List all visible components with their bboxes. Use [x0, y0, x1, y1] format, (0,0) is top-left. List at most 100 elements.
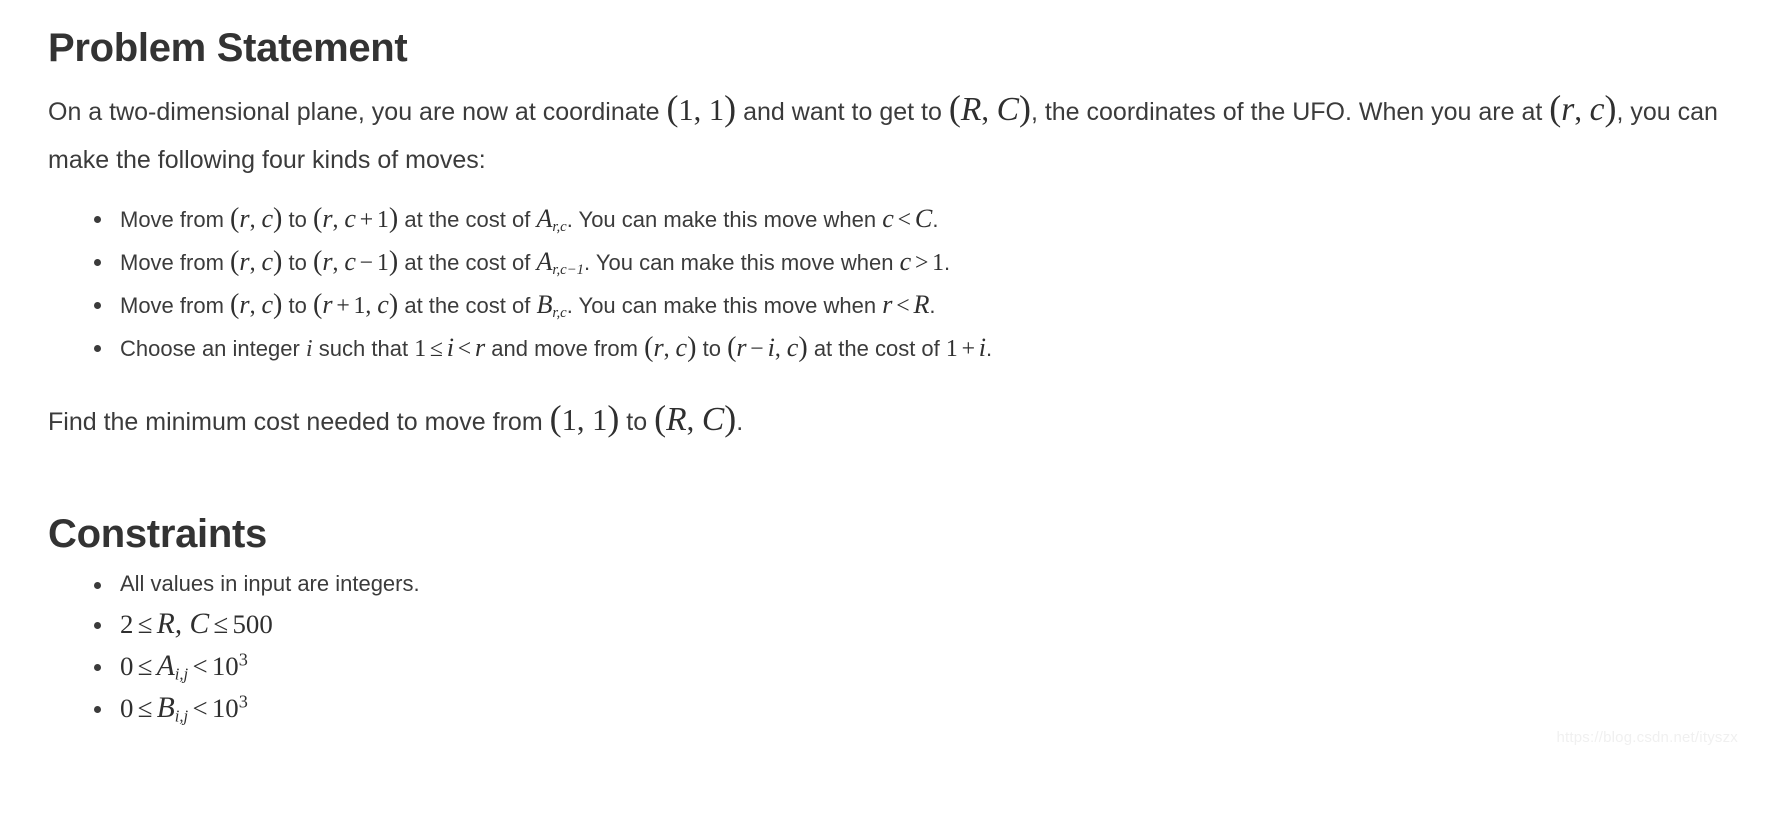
- constraint4-var: B: [156, 692, 175, 724]
- move2-math-to: (r, c −1): [313, 246, 399, 277]
- list-item-move-3: Move from (r, c) to (r +1, c) at the cost…: [94, 284, 1718, 327]
- move4-math-range: 1 ≤ i < r: [414, 333, 486, 362]
- move2-cond-right: 1: [932, 250, 945, 276]
- move3-text-1: Move from: [120, 293, 224, 318]
- list-item-constraint-1: All values in input are integers.: [94, 564, 1718, 604]
- move3-text-5: .: [929, 293, 936, 318]
- constraint3-subscript: i,j: [174, 664, 189, 684]
- closing-text-2: to: [626, 408, 648, 436]
- constraint3-exponent: 3: [238, 649, 248, 670]
- move3-cost-subscript: r,c: [552, 305, 567, 322]
- move4-text-3: and move from: [491, 336, 638, 361]
- move1-cond-right: C: [914, 204, 933, 233]
- move3-math-condition: r < R: [882, 290, 930, 319]
- constraint3-op2: <: [192, 651, 208, 681]
- move1-text-1: Move from: [120, 207, 224, 232]
- move4-math-from: (r, c): [644, 332, 697, 363]
- move3-text-2: to: [288, 293, 307, 318]
- move4-text-4: to: [702, 336, 721, 361]
- intro-text-1: On a two-dimensional plane, you are now …: [48, 98, 660, 126]
- intro-text-3: , the coordinates of the UFO.: [1030, 98, 1352, 126]
- list-item-constraint-4: 0 ≤ Bi,j <103: [94, 688, 1718, 730]
- constraint4-op2: <: [192, 693, 208, 723]
- document-page: Problem Statement On a two-dimensional p…: [0, 0, 1766, 834]
- constraint4-op1: ≤: [137, 693, 153, 723]
- math-target-coordinate: (R, C): [948, 88, 1031, 128]
- move3-math-from: (r, c): [230, 289, 283, 320]
- move1-cond-op: <: [897, 207, 912, 233]
- constraint3-var: A: [156, 650, 175, 682]
- move2-math-cost: Ar,c−1: [536, 247, 585, 279]
- move1-text-3: at the cost of: [404, 207, 531, 232]
- list-item-move-4: Choose an integer i such that 1 ≤ i < r and …: [94, 327, 1718, 370]
- move4-text-1: Choose an integer: [120, 336, 300, 361]
- closing-math-target: (R, C): [654, 398, 737, 438]
- move3-cond-op: <: [896, 293, 910, 319]
- constraint2-op2: ≤: [213, 609, 229, 639]
- page-title-constraints: Constraints: [48, 512, 267, 556]
- constraint2-op1: ≤: [137, 609, 153, 639]
- move1-cond-left: c: [882, 204, 894, 233]
- move1-math-cost: Ar,c: [536, 204, 566, 234]
- move4-math-i: i: [305, 335, 313, 362]
- intro-text-4: When you are at: [1358, 98, 1543, 126]
- move2-cond-op: >: [914, 250, 929, 276]
- move3-math-cost: Br,c: [536, 290, 567, 322]
- move3-cond-left: r: [882, 290, 893, 319]
- move2-text-4: . You can make this move when: [584, 250, 894, 275]
- move4-math-to: (r − i, c): [727, 332, 808, 363]
- list-item-move-1: Move from (r, c) to (r, c +1) at the cost…: [94, 198, 1718, 241]
- constraint2-rhs: 500: [232, 609, 273, 639]
- constraint3-math: 0 ≤ Ai,j <103: [120, 649, 248, 684]
- constraint2-mid: R, C: [156, 608, 210, 640]
- move1-cost-symbol: A: [536, 204, 553, 233]
- constraint2-lhs: 2: [120, 609, 134, 639]
- move2-text-3: at the cost of: [404, 250, 531, 275]
- list-item-constraint-3: 0 ≤ Ai,j <103: [94, 646, 1718, 688]
- move1-math-from: (r, c): [230, 203, 283, 234]
- intro-text-2: and want to get to: [743, 98, 942, 126]
- math-start-coordinate: (1, 1): [666, 88, 737, 128]
- move1-math-to: (r, c +1): [313, 203, 399, 234]
- closing-paragraph: Find the minimum cost needed to move fro…: [48, 396, 1718, 446]
- move1-math-condition: c < C: [882, 204, 933, 233]
- watermark-text: https://blog.csdn.net/ityszx: [1556, 729, 1738, 746]
- problem-intro-paragraph: On a two-dimensional plane, you are now …: [48, 86, 1718, 184]
- math-current-coordinate: (r, c): [1549, 88, 1617, 128]
- move2-math-condition: c >1: [899, 247, 945, 276]
- move4-text-6: .: [986, 336, 993, 361]
- move3-cond-right: R: [913, 290, 930, 319]
- constraints-list: All values in input are integers. 2 ≤ R, C…: [48, 564, 1718, 730]
- move3-cost-symbol: B: [536, 290, 553, 319]
- move4-text-2: such that: [318, 336, 409, 361]
- move3-text-4: . You can make this move when: [566, 293, 877, 318]
- closing-math-start: (1, 1): [549, 398, 620, 438]
- constraint2-math: 2 ≤ R, C ≤500: [120, 608, 273, 640]
- move2-text-5: .: [944, 250, 951, 275]
- constraint1-text: All values in input are integers.: [120, 571, 420, 596]
- constraint3-base: 10: [211, 651, 239, 681]
- move4-text-5: at the cost of: [813, 336, 940, 361]
- move4-math-cost: 1 + i: [945, 333, 987, 362]
- move1-text-4: . You can make this move when: [566, 207, 877, 232]
- move1-text-5: .: [932, 207, 939, 232]
- constraint4-lhs: 0: [120, 693, 134, 723]
- move3-math-to: (r +1, c): [313, 289, 399, 320]
- move2-math-from: (r, c): [230, 246, 283, 277]
- move2-text-2: to: [288, 250, 307, 275]
- constraint4-subscript: i,j: [174, 706, 189, 726]
- closing-text-1: Find the minimum cost needed to move fro…: [48, 408, 543, 436]
- move2-cost-subscript: r,c−1: [552, 262, 585, 279]
- constraint3-lhs: 0: [120, 651, 134, 681]
- constraint4-math: 0 ≤ Bi,j <103: [120, 691, 248, 726]
- list-item-move-2: Move from (r, c) to (r, c −1) at the cost…: [94, 241, 1718, 284]
- constraint4-exponent: 3: [238, 691, 248, 712]
- move2-cond-left: c: [899, 247, 912, 276]
- move1-text-2: to: [288, 207, 307, 232]
- closing-text-3: .: [736, 408, 744, 436]
- list-item-constraint-2: 2 ≤ R, C ≤500: [94, 604, 1718, 646]
- move2-cost-symbol: A: [536, 247, 553, 276]
- move3-text-3: at the cost of: [404, 293, 531, 318]
- moves-list: Move from (r, c) to (r, c +1) at the cost…: [48, 198, 1718, 370]
- move2-text-1: Move from: [120, 250, 224, 275]
